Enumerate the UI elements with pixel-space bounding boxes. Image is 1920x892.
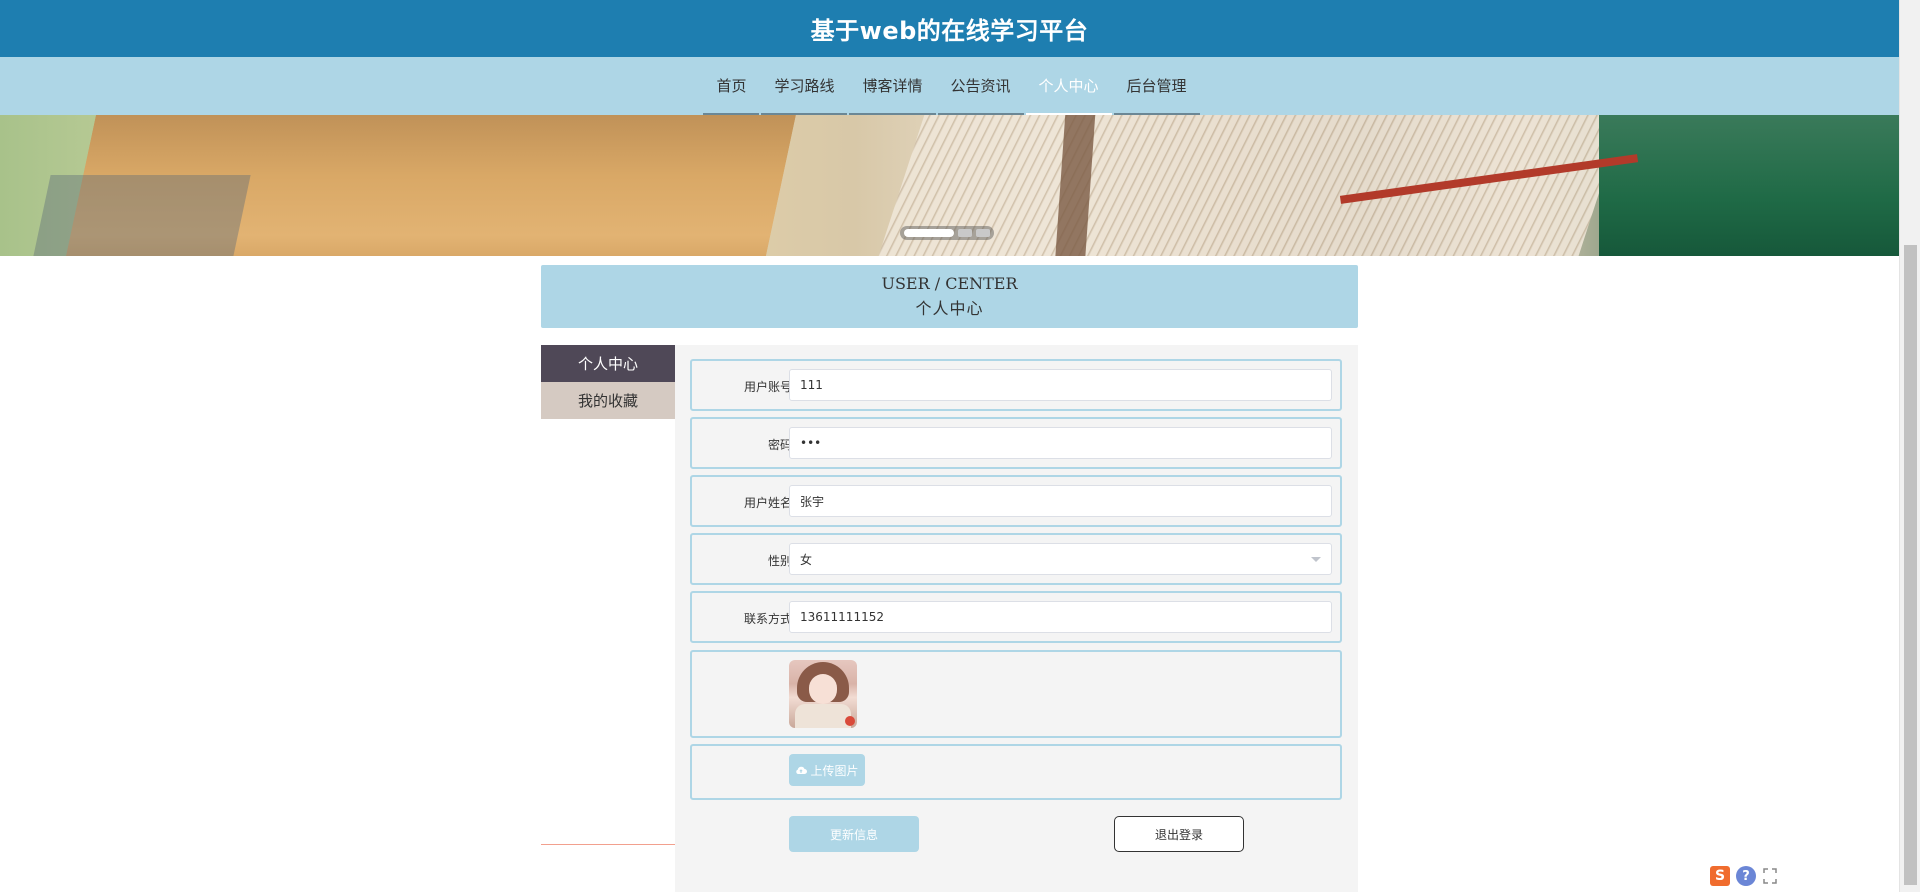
side-item-user-center[interactable]: 个人中心 bbox=[541, 345, 675, 382]
password-input[interactable]: ••• bbox=[789, 427, 1332, 459]
nav-item-blog[interactable]: 博客详情 bbox=[849, 57, 936, 115]
upload-image-button[interactable]: 上传图片 bbox=[789, 754, 865, 786]
site-title: 基于web的在线学习平台 bbox=[810, 17, 1089, 45]
nav-item-user-center[interactable]: 个人中心 bbox=[1025, 57, 1112, 115]
carousel-dot-1[interactable] bbox=[904, 229, 954, 237]
gender-select[interactable]: 女 bbox=[789, 543, 1332, 575]
page-scrollbar[interactable] bbox=[1899, 0, 1920, 892]
logout-button[interactable]: 退出登录 bbox=[1114, 816, 1244, 852]
update-info-button[interactable]: 更新信息 bbox=[789, 816, 919, 852]
banner-green-area bbox=[1599, 115, 1899, 256]
account-input[interactable]: 111 bbox=[789, 369, 1332, 401]
user-form-panel: 用户账号 111 密码 ••• 用户姓名 张宇 性别 女 联系方式 136111… bbox=[675, 345, 1358, 892]
form-row-phone: 联系方式 13611111152 bbox=[690, 591, 1342, 643]
nav-item-admin[interactable]: 后台管理 bbox=[1113, 57, 1200, 115]
side-menu: 个人中心 我的收藏 bbox=[541, 345, 675, 845]
banner-book-edge bbox=[29, 175, 251, 256]
gender-label: 性别 bbox=[767, 554, 792, 568]
nav-item-news[interactable]: 公告资讯 bbox=[937, 57, 1024, 115]
name-label: 用户姓名 bbox=[743, 496, 792, 510]
help-icon[interactable]: ? bbox=[1736, 866, 1756, 886]
form-row-password: 密码 ••• bbox=[690, 417, 1342, 469]
phone-label: 联系方式 bbox=[743, 612, 792, 626]
carousel-indicators bbox=[900, 226, 994, 240]
form-row-upload: 上传图片 bbox=[690, 744, 1342, 800]
nav-list: 首页 学习路线 博客详情 公告资讯 个人中心 后台管理 bbox=[702, 57, 1200, 115]
phone-input[interactable]: 13611111152 bbox=[789, 601, 1332, 633]
gender-select-value: 女 bbox=[800, 552, 813, 567]
account-label: 用户账号 bbox=[743, 380, 792, 394]
avatar bbox=[789, 660, 857, 728]
chevron-down-icon bbox=[1311, 557, 1321, 562]
scrollbar-thumb[interactable] bbox=[1904, 245, 1917, 885]
name-input[interactable]: 张宇 bbox=[789, 485, 1332, 517]
form-row-avatar bbox=[690, 650, 1342, 738]
section-header: USER / CENTER 个人中心 bbox=[541, 265, 1358, 328]
nav-item-home[interactable]: 首页 bbox=[703, 57, 760, 115]
carousel-dot-3[interactable] bbox=[976, 229, 990, 237]
sogou-s-icon[interactable]: S bbox=[1710, 866, 1730, 886]
cloud-upload-icon bbox=[796, 766, 808, 774]
form-row-gender: 性别 女 bbox=[690, 533, 1342, 585]
section-title-cn: 个人中心 bbox=[915, 299, 984, 318]
password-label: 密码 bbox=[767, 438, 792, 452]
upload-image-label: 上传图片 bbox=[810, 763, 859, 778]
side-item-favorites[interactable]: 我的收藏 bbox=[541, 382, 675, 419]
form-row-account: 用户账号 111 bbox=[690, 359, 1342, 411]
carousel-dot-2[interactable] bbox=[958, 229, 972, 237]
expand-icon[interactable] bbox=[1762, 867, 1778, 885]
site-header: 基于web的在线学习平台 bbox=[0, 0, 1899, 57]
main-nav: 首页 学习路线 博客详情 公告资讯 个人中心 后台管理 bbox=[0, 57, 1899, 115]
nav-item-learning-path[interactable]: 学习路线 bbox=[761, 57, 848, 115]
floating-widgets: S ? bbox=[1710, 866, 1778, 886]
section-title-en: USER / CENTER bbox=[881, 274, 1018, 293]
form-row-name: 用户姓名 张宇 bbox=[690, 475, 1342, 527]
